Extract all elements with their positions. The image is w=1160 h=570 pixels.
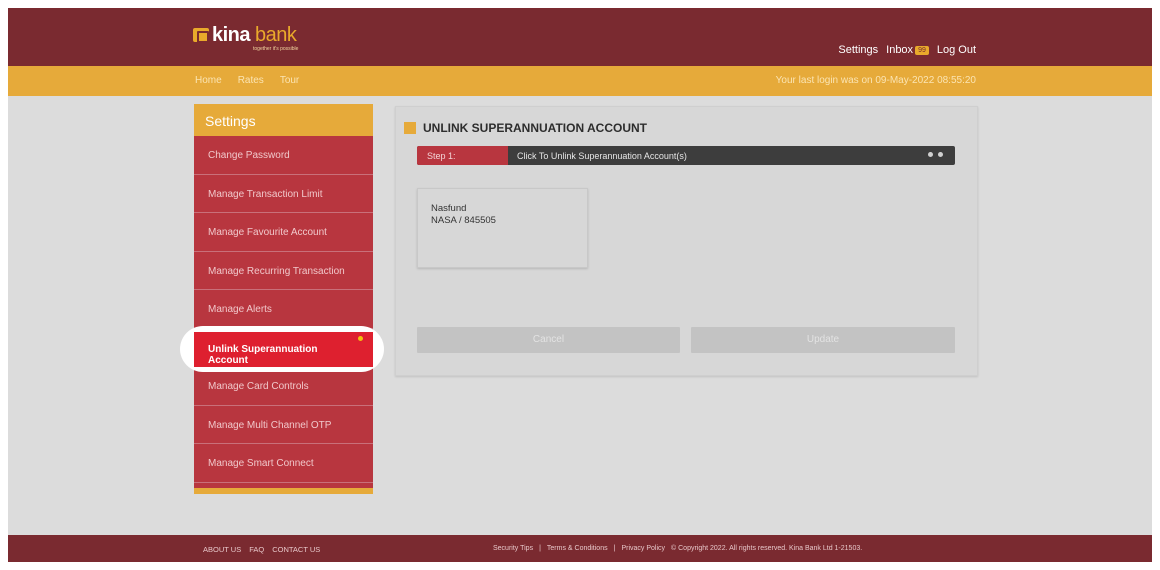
page-footer: ABOUT US FAQ CONTACT US Security Tips | … <box>8 535 1152 562</box>
step-dots <box>928 152 943 157</box>
header-links: Settings Inbox 99 Log Out <box>838 44 976 56</box>
sidebar-item-favourite-account[interactable]: Manage Favourite Account <box>194 213 373 252</box>
logo-text-bank: bank <box>255 24 297 46</box>
inbox-label: Inbox <box>886 44 914 56</box>
footer-left-links: ABOUT US FAQ CONTACT US <box>203 545 320 554</box>
active-indicator-dot-icon <box>358 336 363 341</box>
update-button[interactable]: Update <box>691 327 955 353</box>
sidebar-item-card-controls[interactable]: Manage Card Controls <box>194 367 373 406</box>
footer-right-links: Security Tips | Terms & Conditions | Pri… <box>493 545 862 552</box>
account-number: NASA / 845505 <box>431 215 496 226</box>
section-square-icon <box>404 122 416 134</box>
sidebar-footer-bar <box>194 488 373 494</box>
footer-terms-link[interactable]: Terms & Conditions <box>547 545 608 552</box>
inbox-count-badge: 99 <box>915 46 929 55</box>
sidebar-item-alerts[interactable]: Manage Alerts <box>194 290 373 329</box>
panel-title: UNLINK SUPERANNUATION ACCOUNT <box>423 121 647 135</box>
footer-security-tips-link[interactable]: Security Tips <box>493 545 533 552</box>
step-progress-bar: Step 1: Click To Unlink Superannuation A… <box>417 146 955 165</box>
nav-home[interactable]: Home <box>195 75 222 86</box>
top-header: kina bank together it's possible Setting… <box>8 8 1152 66</box>
sidebar-title: Settings <box>194 104 373 136</box>
step-label: Step 1: <box>417 146 508 165</box>
step-dot-icon <box>938 152 943 157</box>
sidebar-item-smart-connect[interactable]: Manage Smart Connect <box>194 444 373 483</box>
settings-sidebar: Settings Change Password Manage Transact… <box>194 104 373 494</box>
footer-faq-link[interactable]: FAQ <box>249 545 264 554</box>
nav-rates[interactable]: Rates <box>238 75 264 86</box>
logo-tagline: together it's possible <box>253 46 299 52</box>
footer-privacy-link[interactable]: Privacy Policy <box>621 545 665 552</box>
settings-link[interactable]: Settings <box>838 44 878 56</box>
cancel-button[interactable]: Cancel <box>417 327 680 353</box>
footer-separator: | <box>613 545 616 552</box>
sidebar-item-multi-channel-otp[interactable]: Manage Multi Channel OTP <box>194 406 373 444</box>
footer-copyright: © Copyright 2022. All rights reserved. K… <box>671 545 863 552</box>
step-dot-icon <box>928 152 933 157</box>
inbox-link[interactable]: Inbox 99 <box>886 44 929 56</box>
logo-text-kina: kina <box>212 24 251 46</box>
sidebar-item-transaction-limit[interactable]: Manage Transaction Limit <box>194 175 373 213</box>
footer-about-link[interactable]: ABOUT US <box>203 545 241 554</box>
page: kina bank together it's possible Setting… <box>8 8 1152 562</box>
last-login-text: Your last login was on 09-May-2022 08:55… <box>775 75 976 86</box>
nav-links: Home Rates Tour <box>195 75 299 86</box>
nav-bar: Home Rates Tour Your last login was on 0… <box>8 66 1152 96</box>
sidebar-item-recurring-transaction[interactable]: Manage Recurring Transaction <box>194 252 373 290</box>
footer-separator: | <box>539 545 541 552</box>
sidebar-item-unlink-superannuation[interactable]: Unlink Superannuation Account <box>194 332 373 367</box>
logout-link[interactable]: Log Out <box>937 44 976 56</box>
panel-header: UNLINK SUPERANNUATION ACCOUNT <box>404 121 647 135</box>
sidebar-item-change-password[interactable]: Change Password <box>194 136 373 175</box>
step-instruction: Click To Unlink Superannuation Account(s… <box>517 151 687 161</box>
account-name: Nasfund <box>431 203 467 214</box>
nav-tour[interactable]: Tour <box>280 75 299 86</box>
footer-contact-link[interactable]: CONTACT US <box>272 545 320 554</box>
unlink-superannuation-panel: UNLINK SUPERANNUATION ACCOUNT Step 1: Cl… <box>395 106 978 376</box>
logo-mark-icon <box>193 28 209 43</box>
superannuation-account-card[interactable]: Nasfund NASA / 845505 <box>417 188 588 268</box>
